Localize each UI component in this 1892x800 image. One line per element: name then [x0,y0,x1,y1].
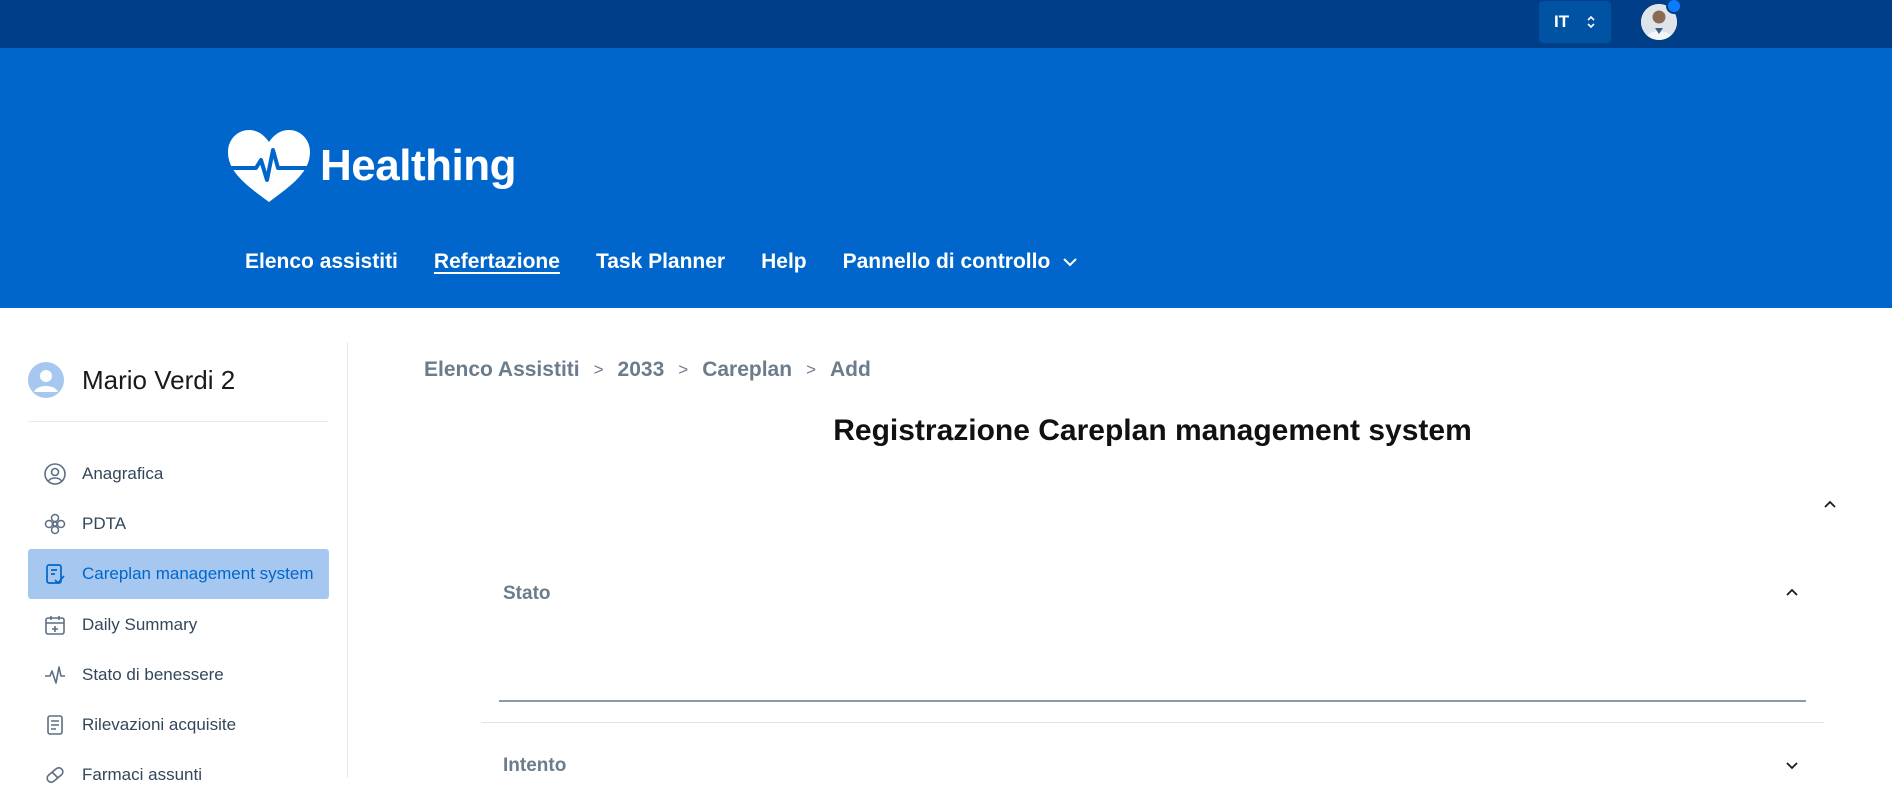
chevron-up-icon[interactable] [1822,498,1838,510]
top-bar: IT [0,0,1892,48]
patient-header: Mario Verdi 2 [28,362,235,398]
nav-help[interactable]: Help [761,250,807,274]
site-header: Healthing Elenco assistiti Refertazione … [0,48,1892,308]
user-circle-icon [43,462,67,486]
breadcrumb-separator: > [593,360,604,379]
page-title: Registrazione Careplan management system [833,414,1472,447]
sidebar-item-daily-summary[interactable]: Daily Summary [28,600,329,650]
nav-task-planner[interactable]: Task Planner [596,250,725,274]
breadcrumb-add: Add [830,358,871,381]
sidebar-item-label: PDTA [82,514,127,533]
sidebar-item-label: Farmaci assunti [82,765,202,784]
breadcrumb-separator: > [678,360,689,379]
clipboard-check-icon [43,562,67,586]
sidebar-divider [347,342,348,778]
nav-refertazione[interactable]: Refertazione [434,250,560,274]
sidebar-item-anagrafica[interactable]: Anagrafica [28,449,329,499]
patient-name: Mario Verdi 2 [82,364,236,395]
main-nav: Elenco assistiti Refertazione Task Plann… [245,250,1114,274]
language-select[interactable]: IT [1539,1,1611,43]
updown-chevron-icon [1587,15,1595,29]
sidebar-item-label: Daily Summary [82,615,198,634]
sidebar-item-label: Anagrafica [82,464,164,483]
breadcrumb-separator: > [806,360,817,379]
breadcrumb-patient-id[interactable]: 2033 [618,358,665,382]
sidebar-item-careplan[interactable]: Careplan management system [28,549,329,599]
field-label-stato: Stato [503,583,551,604]
nav-elenco-assistiti[interactable]: Elenco assistiti [245,250,398,274]
language-value: IT [1554,12,1570,31]
divider [28,421,328,422]
breadcrumb-careplan[interactable]: Careplan [702,358,792,382]
sidebar-item-stato-benessere[interactable]: Stato di benessere [28,650,329,700]
sidebar-item-label: Careplan management system [82,564,314,583]
pulse-icon [43,663,67,687]
divider [481,722,1824,723]
breadcrumb: Elenco Assistiti > 2033 > Careplan > Add [424,358,871,382]
sidebar-item-rilevazioni[interactable]: Rilevazioni acquisite [28,700,329,750]
brand-logo[interactable]: Healthing [226,130,516,202]
sidebar-item-farmaci[interactable]: Farmaci assunti [28,750,329,800]
document-list-icon [43,713,67,737]
flower-icon [43,512,67,536]
chevron-up-icon[interactable] [1784,586,1800,598]
sidebar-item-label: Stato di benessere [82,665,224,684]
nav-pannello-di-controllo[interactable]: Pannello di controllo [843,250,1079,274]
user-avatar-icon[interactable] [1641,0,1682,40]
brand-name: Healthing [320,141,516,190]
notification-dot [1666,0,1682,14]
pill-icon [43,763,67,787]
calendar-plus-icon [43,613,67,637]
chevron-down-icon [1063,258,1078,267]
field-label-intento: Intento [503,755,567,776]
heart-pulse-icon [228,130,310,202]
sidebar-item-pdta[interactable]: PDTA [28,499,329,549]
stato-input[interactable] [499,700,1806,702]
nav-pannello-label: Pannello di controllo [842,250,1051,273]
breadcrumb-elenco-assistiti[interactable]: Elenco Assistiti [424,358,580,382]
user-circle-icon [28,362,64,398]
chevron-down-icon[interactable] [1784,760,1800,772]
sidebar-item-label: Rilevazioni acquisite [82,715,237,734]
